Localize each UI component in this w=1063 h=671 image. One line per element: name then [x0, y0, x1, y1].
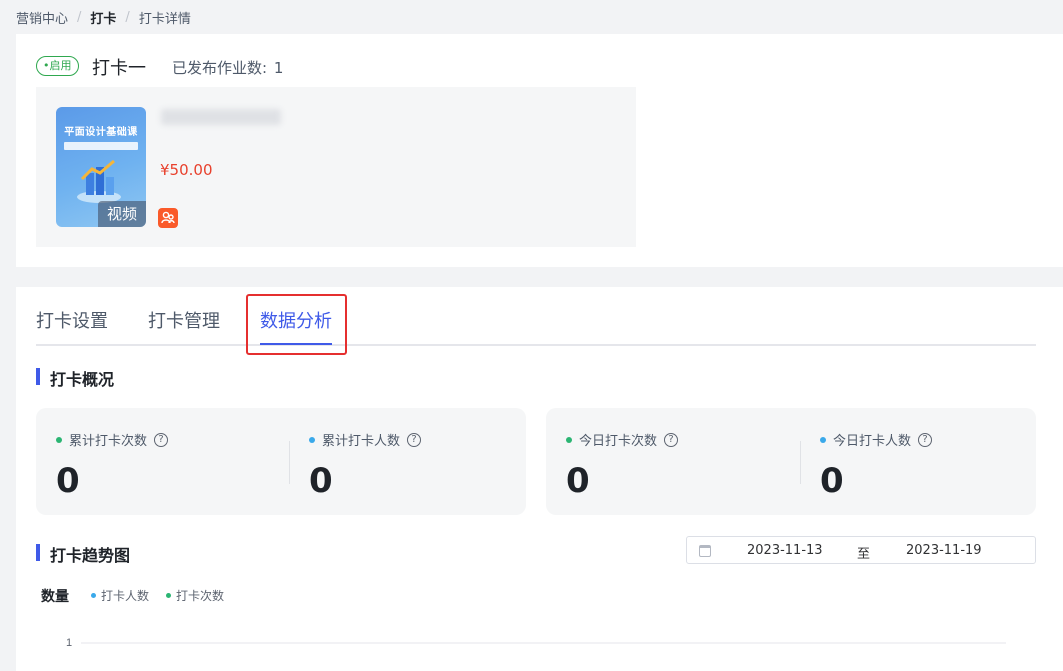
- stat-value: 0: [566, 461, 590, 501]
- cover-subtitle-bar: [64, 142, 138, 150]
- help-icon[interactable]: ?: [407, 432, 422, 447]
- stat-value: 0: [309, 461, 333, 501]
- stat-total-users: 累计打卡人数 ? 0: [309, 430, 422, 501]
- stat-divider: [800, 441, 801, 484]
- legend-dot-icon: [91, 593, 96, 598]
- green-dot-icon: [566, 436, 572, 443]
- legend-item-checkins[interactable]: 打卡次数: [166, 587, 224, 604]
- breadcrumb-separator: /: [77, 10, 82, 25]
- stats-card-total: 累计打卡次数 ? 0 累计打卡人数 ? 0: [36, 408, 526, 515]
- calendar-icon: [699, 545, 711, 557]
- legend-item-users[interactable]: 打卡人数: [91, 587, 149, 604]
- breadcrumb-item-current: 打卡详情: [138, 12, 191, 27]
- legend-label: 打卡次数: [176, 589, 225, 603]
- tab-bar: 打卡设置 打卡管理 数据分析: [36, 287, 1036, 346]
- breadcrumb-separator: /: [125, 10, 130, 25]
- stat-total-checkins: 累计打卡次数 ? 0: [56, 430, 169, 501]
- stat-label: 今日打卡次数: [579, 434, 658, 449]
- course-name-blurred: [161, 109, 281, 125]
- cover-title: 平面设计基础课: [64, 127, 138, 138]
- stat-label: 累计打卡人数: [322, 434, 401, 449]
- date-end-input[interactable]: 2023-11-19: [906, 543, 982, 558]
- legend-label: 打卡人数: [101, 589, 150, 603]
- stat-label: 累计打卡次数: [69, 434, 148, 449]
- green-dot-icon: [56, 436, 62, 443]
- date-start-input[interactable]: 2023-11-13: [747, 543, 823, 558]
- help-icon[interactable]: ?: [664, 432, 679, 447]
- breadcrumb-item-checkin[interactable]: 打卡: [90, 8, 116, 27]
- published-value: 1: [273, 59, 284, 77]
- date-range-separator: 至: [857, 547, 871, 562]
- stat-value: 0: [56, 461, 80, 501]
- page-title: 打卡一: [92, 58, 146, 79]
- stat-label-row: 今日打卡人数 ?: [820, 430, 933, 449]
- published-label: 已发布作业数:: [172, 59, 268, 77]
- legend-dot-icon: [166, 593, 171, 598]
- highlight-annotation-box: [246, 294, 347, 355]
- main-panel: 打卡设置 打卡管理 数据分析 打卡概况 累计打卡次数 ? 0 累计打卡人数 ? …: [16, 287, 1063, 671]
- breadcrumb-item-marketing[interactable]: 营销中心: [16, 8, 68, 27]
- tab-checkin-settings[interactable]: 打卡设置: [36, 307, 108, 333]
- stat-label: 今日打卡人数: [833, 434, 912, 449]
- overview-section-title: 打卡概况: [36, 366, 114, 390]
- trend-chart: 1: [66, 637, 1006, 649]
- status-badge: •启用: [36, 56, 79, 76]
- chart-y-axis-label: 数量: [41, 589, 69, 605]
- cover-type-label: 视频: [98, 201, 146, 227]
- course-card[interactable]: 平面设计基础课 视频 ¥50.00: [36, 87, 636, 247]
- published-count: 已发布作业数: 1: [172, 57, 283, 78]
- y-tick-label: 1: [66, 637, 72, 649]
- breadcrumb: 营销中心 / 打卡 / 打卡详情: [16, 8, 191, 27]
- stat-label-row: 累计打卡人数 ?: [309, 430, 422, 449]
- stat-label-row: 累计打卡次数 ?: [56, 430, 169, 449]
- course-price: ¥50.00: [160, 161, 213, 179]
- stat-today-users: 今日打卡人数 ? 0: [820, 430, 933, 501]
- cover-illustration: [77, 159, 121, 203]
- blue-dot-icon: [820, 436, 826, 443]
- stats-card-today: 今日打卡次数 ? 0 今日打卡人数 ? 0: [546, 408, 1036, 515]
- course-cover-image: 平面设计基础课 视频: [56, 107, 146, 227]
- checkin-info-panel: •启用 打卡一 已发布作业数: 1 平面设计基础课 视频 ¥50.00: [16, 34, 1063, 267]
- help-icon[interactable]: ?: [918, 432, 933, 447]
- tab-checkin-management[interactable]: 打卡管理: [148, 307, 220, 333]
- stat-label-row: 今日打卡次数 ?: [566, 430, 679, 449]
- group-icon: [158, 208, 178, 228]
- date-range-picker[interactable]: 2023-11-13 至 2023-11-19: [686, 536, 1036, 564]
- stat-today-checkins: 今日打卡次数 ? 0: [566, 430, 679, 501]
- stat-value: 0: [820, 461, 844, 501]
- help-icon[interactable]: ?: [154, 432, 169, 447]
- blue-dot-icon: [309, 436, 315, 443]
- stat-divider: [289, 441, 290, 484]
- trend-section-title: 打卡趋势图: [36, 542, 130, 566]
